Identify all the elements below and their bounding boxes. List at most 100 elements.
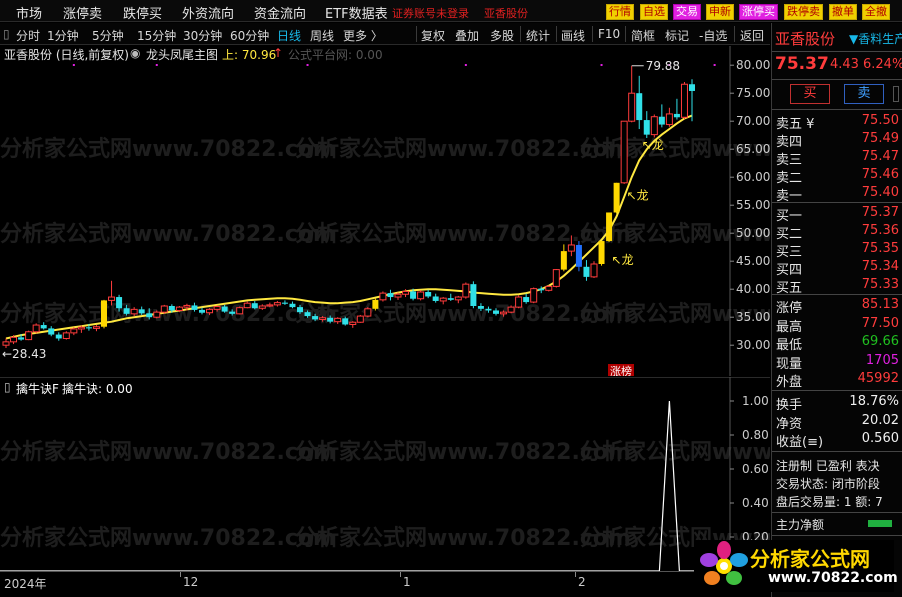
candle-body xyxy=(116,297,123,309)
stat-row[interactable]: 最低 69.66 xyxy=(772,333,902,353)
back-button[interactable]: 返回 xyxy=(740,27,764,44)
menu-etf-table[interactable]: ETF数据表 xyxy=(325,3,388,22)
period-tab-60min[interactable]: 60分钟 xyxy=(230,27,269,44)
candle-body xyxy=(515,296,523,308)
multi-stock-button[interactable]: 多股 xyxy=(490,27,514,44)
candle-body xyxy=(673,113,680,118)
stat-row[interactable]: 现量 1705 xyxy=(772,352,902,372)
candle-body xyxy=(590,263,598,278)
candle-body xyxy=(462,283,470,298)
sub-indicator-name[interactable]: 擒牛诀F xyxy=(16,380,59,397)
stat-value: 77.50 xyxy=(861,315,899,331)
login-warning[interactable]: 证券账号未登录 xyxy=(392,5,469,21)
stat-row[interactable]: 净资 20.02 xyxy=(772,412,902,432)
stats-button[interactable]: 统计 xyxy=(526,27,550,44)
x-label-jan: 1 xyxy=(403,575,411,589)
period-tab-daily[interactable]: 日线 xyxy=(277,27,301,44)
period-tab-5min[interactable]: 5分钟 xyxy=(92,27,124,44)
menu-foreign-flow[interactable]: 外资流向 xyxy=(182,3,234,22)
stat-row[interactable]: 最高 77.50 xyxy=(772,315,902,335)
candle-body xyxy=(92,326,100,329)
stat-label: 最低 xyxy=(776,338,803,353)
candle-body xyxy=(680,83,688,118)
limit-up-buy-button[interactable]: 涨停买 xyxy=(739,4,778,20)
period-tab-intraday[interactable]: 分时 xyxy=(16,27,40,44)
bid-value: 75.33 xyxy=(861,277,899,292)
ask-row[interactable]: 卖二 75.46 xyxy=(772,166,902,186)
stat-label: 涨停 xyxy=(776,301,803,316)
period-tab-30min[interactable]: 30分钟 xyxy=(183,27,222,44)
menu-market[interactable]: 市场 xyxy=(16,3,42,22)
candle-body xyxy=(175,306,183,311)
quote-button[interactable]: 行情 xyxy=(606,4,634,20)
bid-row[interactable]: 买五 75.33 xyxy=(772,276,902,296)
price-tick-label: 70.00 xyxy=(736,114,770,128)
watchlist-button[interactable]: 自选 xyxy=(640,4,668,20)
ipo-button[interactable]: 申新 xyxy=(706,4,734,20)
watermark-text: 分析家公式网www.70822.com xyxy=(0,136,336,162)
industry-tag[interactable]: ▼香料生产 xyxy=(849,30,902,47)
trade-button[interactable]: 交易 xyxy=(673,4,701,20)
signal-dot xyxy=(72,64,75,66)
candle-body xyxy=(160,305,168,313)
candle-body xyxy=(432,296,439,301)
buy-button[interactable]: 买 xyxy=(790,84,830,104)
price-tick-label: 65.00 xyxy=(736,142,770,156)
price-tick-label: 35.00 xyxy=(736,310,770,324)
current-stock-name: 亚香股份 xyxy=(484,7,528,20)
ask-row[interactable]: 卖三 75.47 xyxy=(772,148,902,168)
overlay-button[interactable]: 叠加 xyxy=(455,27,479,44)
candle-body xyxy=(312,316,319,320)
price-tick-label: 30.00 xyxy=(736,338,770,352)
period-tab-weekly[interactable]: 周线 xyxy=(310,27,334,44)
bid-row[interactable]: 买二 75.36 xyxy=(772,222,902,242)
stat-label: 现量 xyxy=(776,356,803,372)
limit-down-sell-button[interactable]: 跌停卖 xyxy=(784,4,823,20)
stat-row[interactable]: 涨停 85.13 xyxy=(772,296,902,316)
period-tab-15min[interactable]: 15分钟 xyxy=(137,27,176,44)
ask-row[interactable]: 卖一 75.40 xyxy=(772,184,902,204)
stat-label: 净资 xyxy=(776,416,803,432)
period-tab-1min[interactable]: 1分钟 xyxy=(47,27,79,44)
draw-line-button[interactable]: 画线 xyxy=(561,27,585,44)
mark-button[interactable]: 标记 xyxy=(665,27,689,44)
indicator-name[interactable]: 龙头凤尾主图 xyxy=(146,46,218,63)
quote-stock-name[interactable]: 亚香股份 xyxy=(775,28,835,49)
dragon-label: ↖龙 xyxy=(627,189,649,203)
candle-body xyxy=(62,332,70,339)
cancel-order-button[interactable]: 撤单 xyxy=(829,4,857,20)
indicator-toggle-icon[interactable]: ◉ xyxy=(130,46,140,60)
stat-row[interactable]: 收益(≡) 0.560 xyxy=(772,430,902,450)
sub-tick-label: 1.00 xyxy=(742,394,769,408)
ask-row[interactable]: 卖五 ¥75.50 xyxy=(772,112,902,132)
price-change: 4.43 xyxy=(830,57,859,72)
quote-panel: 亚香股份 ▼香料生产 75.37 4.43 6.24% 买 卖 卖五 ¥75.5… xyxy=(771,23,902,597)
cancel-all-button[interactable]: 全撤 xyxy=(862,4,890,20)
bid-row[interactable]: 买一 75.37 xyxy=(772,204,902,224)
main-net-flow-label: 主力净额 xyxy=(776,518,825,532)
ask-row[interactable]: 卖四 75.49 xyxy=(772,130,902,150)
panel-toggle-icon[interactable]: ▯ xyxy=(3,27,10,41)
simple-frame-button[interactable]: 简框 xyxy=(631,27,655,44)
adjust-button[interactable]: 复权 xyxy=(421,27,445,44)
sub-panel-icon[interactable]: ▯ xyxy=(4,380,11,394)
stat-value: 69.66 xyxy=(861,334,899,349)
bid-row[interactable]: 买三 75.35 xyxy=(772,240,902,260)
sub-indicator-chart[interactable]: 分析家公式网www.70822.com分析家公式网www.70822.com分析… xyxy=(0,377,770,571)
bid-row[interactable]: 买四 75.34 xyxy=(772,258,902,278)
sell-button[interactable]: 卖 xyxy=(844,84,884,104)
candlestick-chart[interactable]: 分析家公式网www.70822.com 分析家公式网www.70822.com 分析… xyxy=(0,46,770,376)
menu-limit-up-sell[interactable]: 涨停卖 xyxy=(63,3,102,22)
menu-limit-down-buy[interactable]: 跌停买 xyxy=(123,3,162,22)
signal-dot xyxy=(155,64,158,66)
stat-value: 18.76% xyxy=(849,394,899,409)
f10-button[interactable]: F10 xyxy=(598,27,620,41)
dragon-label: ↖龙 xyxy=(612,253,634,267)
remove-watchlist-button[interactable]: -自选 xyxy=(699,27,727,44)
menu-capital-flow[interactable]: 资金流向 xyxy=(254,3,306,22)
candle-body xyxy=(342,318,349,325)
bid-value: 75.36 xyxy=(861,223,899,238)
period-more-dropdown[interactable]: 更多 〉 xyxy=(343,27,383,44)
stat-row[interactable]: 外盘 45992 xyxy=(772,370,902,390)
stat-row[interactable]: 换手 18.76% xyxy=(772,393,902,413)
